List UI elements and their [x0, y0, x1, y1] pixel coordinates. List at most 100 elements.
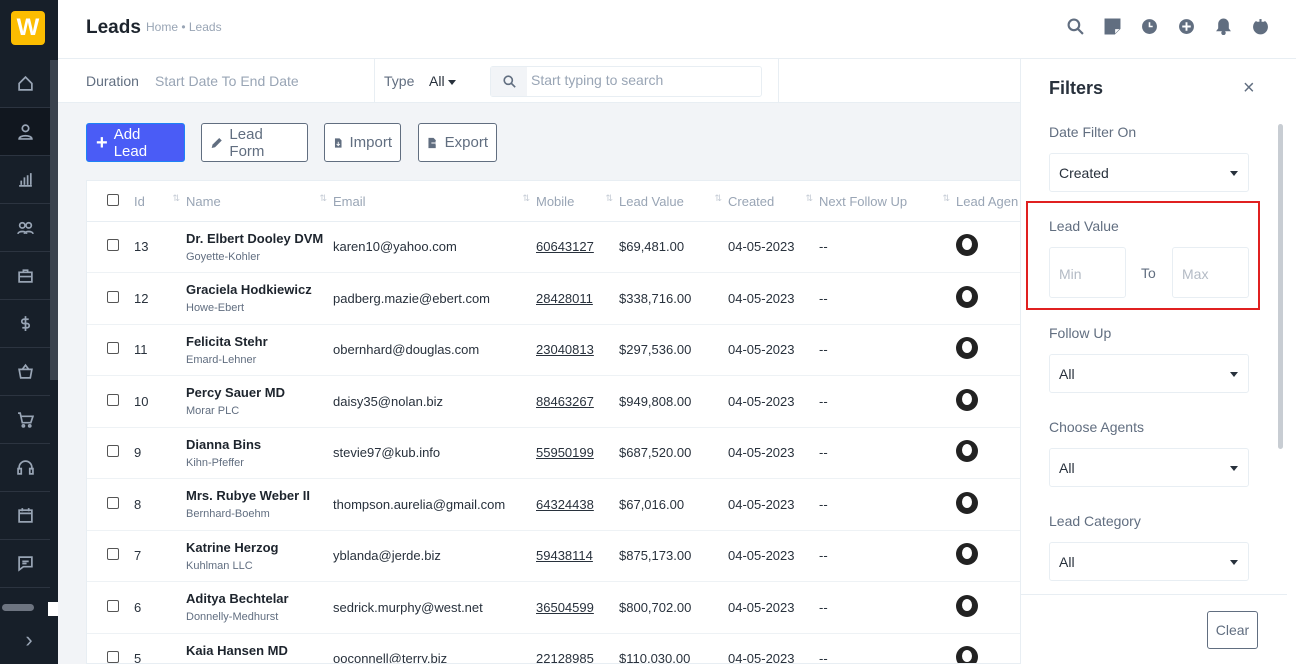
sidebar-item-orders[interactable] [0, 348, 50, 396]
lead-name[interactable]: Aditya Bechtelar [186, 591, 333, 606]
lead-name[interactable]: Katrine Herzog [186, 540, 333, 555]
row-checkbox[interactable] [107, 445, 119, 458]
column-header-lead-agent[interactable]: Lead Agen [956, 181, 1020, 222]
row-checkbox[interactable] [107, 548, 119, 561]
lead-name[interactable]: Kaia Hansen MD [186, 643, 333, 658]
lead-name[interactable]: Graciela Hodkiewicz [186, 282, 333, 297]
agent-avatar[interactable] [956, 491, 978, 514]
column-header-next-follow-up[interactable]: Next Follow Up ⇅ [819, 181, 956, 222]
lead-mobile-link[interactable]: 23040813 [536, 342, 594, 357]
lead-mobile-link[interactable]: 55950199 [536, 445, 594, 460]
table-row[interactable]: 6 Aditya Bechtelar Donnelly-Medhurst sedric… [87, 581, 1020, 634]
sidebar-horizontal-scrollbar[interactable] [2, 604, 34, 611]
lead-category-select[interactable]: All [1049, 542, 1249, 581]
breadcrumb[interactable]: Home • Leads [146, 20, 222, 34]
lead-mobile-link[interactable]: 36504599 [536, 600, 594, 615]
lead-mobile-link[interactable]: 28428011 [536, 291, 593, 306]
column-header-created[interactable]: Created ⇅ [728, 181, 819, 222]
lead-value-min-input[interactable]: Min [1049, 247, 1126, 298]
lead-name[interactable]: Dr. Elbert Dooley DVM [186, 231, 333, 246]
dollar-icon [20, 316, 30, 331]
close-icon[interactable]: × [1243, 77, 1255, 100]
sidebar-item-home[interactable] [0, 60, 50, 108]
lead-mobile-link[interactable]: 60643127 [536, 239, 594, 254]
table-row[interactable]: 5Kaia Hansen MDMurray Incooconnell@terry… [87, 633, 1020, 663]
row-checkbox[interactable] [107, 239, 119, 252]
row-checkbox-cell [87, 324, 134, 376]
column-header-id[interactable]: Id ⇅ [134, 181, 186, 222]
table-row[interactable]: 9 Dianna Bins Kihn-Pfeffer stevie97@kub.inf… [87, 427, 1020, 479]
sidebar-item-leads[interactable] [0, 108, 50, 156]
agent-avatar[interactable] [956, 388, 978, 411]
sidebar-scrollbar[interactable] [50, 60, 58, 380]
bell-icon[interactable] [1214, 17, 1233, 36]
plus-circle-icon[interactable] [1177, 17, 1196, 36]
table-row[interactable]: 11 Felicita Stehr Emard-Lehner obernhard@do… [87, 324, 1020, 376]
table-row[interactable]: 12 Graciela Hodkiewicz Howe-Ebert padberg.m… [87, 272, 1020, 325]
filters-scrollbar[interactable] [1278, 124, 1283, 449]
row-checkbox[interactable] [107, 496, 119, 509]
search-box[interactable] [490, 66, 762, 97]
lead-name[interactable]: Dianna Bins [186, 437, 333, 452]
column-header-email[interactable]: Email ⇅ [333, 181, 536, 222]
type-select[interactable]: All [429, 73, 457, 89]
table-row[interactable]: 13 Dr. Elbert Dooley DVM Goyette-Kohler kar… [87, 221, 1020, 273]
users-icon [16, 221, 34, 235]
lead-mobile-link[interactable]: 88463267 [536, 394, 594, 409]
row-checkbox[interactable] [107, 599, 119, 612]
lead-mobile-link[interactable]: 64324438 [536, 497, 594, 512]
app-logo[interactable]: W [11, 11, 45, 45]
sticky-note-icon[interactable] [1103, 17, 1122, 36]
row-checkbox[interactable] [107, 651, 119, 663]
row-checkbox[interactable] [107, 290, 119, 303]
lead-name[interactable]: Felicita Stehr [186, 334, 333, 349]
sidebar-item-products[interactable] [0, 396, 50, 444]
agent-avatar[interactable] [956, 440, 978, 463]
sidebar-item-reports[interactable] [0, 156, 50, 204]
lead-value: $800,702.00 [619, 581, 728, 634]
table-row[interactable]: 7 Katrine Herzog Kuhlman LLC yblanda@jerde.… [87, 530, 1020, 582]
sidebar-item-clients[interactable] [0, 204, 50, 252]
select-all-checkbox[interactable] [107, 194, 119, 207]
sidebar-item-events[interactable] [0, 492, 50, 540]
search-icon[interactable] [1066, 17, 1085, 36]
lead-id: 5 [134, 633, 186, 663]
agent-avatar[interactable] [956, 543, 978, 566]
column-header-lead-value[interactable]: Lead Value ⇅ [619, 181, 728, 222]
agent-avatar[interactable] [956, 285, 978, 308]
sidebar-item-work[interactable] [0, 252, 50, 300]
import-button[interactable]: Import [324, 123, 401, 162]
sidebar-item-finance[interactable] [0, 300, 50, 348]
clock-icon[interactable] [1140, 17, 1159, 36]
sidebar-item-messages[interactable] [0, 540, 50, 588]
row-checkbox[interactable] [107, 342, 119, 355]
duration-date-range-input[interactable]: Start Date To End Date [155, 73, 370, 89]
agent-avatar[interactable] [956, 594, 978, 617]
follow-up-label: Follow Up [1049, 325, 1112, 341]
agent-avatar[interactable] [956, 646, 978, 663]
power-icon[interactable] [1251, 17, 1270, 36]
table-row[interactable]: 8 Mrs. Rubye Weber II Bernhard-Boehm thomps… [87, 478, 1020, 531]
lead-form-button[interactable]: Lead Form [201, 123, 308, 162]
lead-mobile-link[interactable]: 22128985 [536, 651, 594, 663]
date-filter-select[interactable]: Created [1049, 153, 1249, 192]
export-button[interactable]: Export [418, 123, 497, 162]
lead-name[interactable]: Mrs. Rubye Weber II [186, 488, 333, 503]
search-input[interactable] [531, 72, 751, 88]
row-checkbox[interactable] [107, 393, 119, 406]
column-header-mobile[interactable]: Mobile ⇅ [536, 181, 619, 222]
agent-avatar[interactable] [956, 337, 978, 360]
add-lead-button[interactable]: + Add Lead [86, 123, 185, 162]
follow-up-select[interactable]: All [1049, 354, 1249, 393]
filter-bar: Duration Start Date To End Date Type All [58, 59, 1020, 103]
clear-button[interactable]: Clear [1207, 611, 1258, 649]
sidebar-item-tickets[interactable] [0, 444, 50, 492]
lead-name[interactable]: Percy Sauer MD [186, 385, 333, 400]
column-header-name[interactable]: Name ⇅ [186, 181, 333, 222]
lead-mobile-link[interactable]: 59438114 [536, 548, 593, 563]
sidebar-toggle-button[interactable]: › [0, 616, 58, 664]
table-row[interactable]: 10 Percy Sauer MD Morar PLC daisy35@nolan.b… [87, 375, 1020, 428]
lead-value-max-input[interactable]: Max [1172, 247, 1249, 298]
choose-agents-select[interactable]: All [1049, 448, 1249, 487]
agent-avatar[interactable] [956, 234, 978, 257]
